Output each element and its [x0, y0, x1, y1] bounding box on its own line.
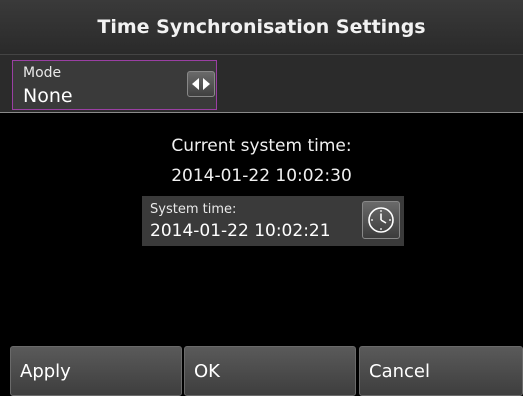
mode-value: None: [23, 85, 73, 107]
system-time-field[interactable]: System time: 2014-01-22 10:02:21: [142, 196, 404, 246]
system-time-label: System time:: [150, 202, 237, 217]
cancel-button[interactable]: Cancel: [359, 346, 523, 396]
page-title: Time Synchronisation Settings: [0, 0, 523, 55]
mode-selector[interactable]: Mode None: [12, 60, 217, 110]
clock-button[interactable]: [362, 201, 400, 239]
clock-icon: [368, 207, 394, 233]
current-time-label: Current system time:: [171, 136, 352, 156]
apply-button[interactable]: Apply: [10, 346, 182, 396]
current-time-value: 2014-01-22 10:02:30: [171, 166, 352, 186]
button-bar: Apply OK Cancel: [0, 346, 523, 396]
system-time-value: 2014-01-22 10:02:21: [150, 221, 331, 241]
mode-label: Mode: [23, 65, 62, 81]
mode-panel: Mode None: [0, 55, 523, 113]
title-text: Time Synchronisation Settings: [97, 16, 426, 38]
left-right-arrows-icon: [192, 78, 210, 90]
ok-button[interactable]: OK: [184, 346, 356, 396]
mode-toggle-button[interactable]: [187, 71, 215, 97]
